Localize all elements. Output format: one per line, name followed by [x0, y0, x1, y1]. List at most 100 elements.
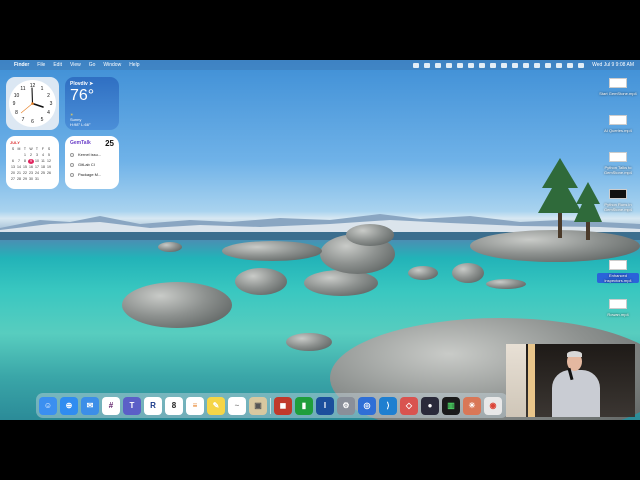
dock-separator [270, 397, 271, 414]
rider-icon[interactable]: R [144, 396, 162, 415]
weather-temperature: 76° [70, 87, 95, 104]
menu-help[interactable]: Help [129, 62, 139, 68]
checkbox-circle-icon[interactable] [70, 162, 74, 167]
calendar-month: JULY [10, 140, 20, 145]
desktop-file-label: Python Runs in GemStone.mp4 [603, 202, 632, 212]
desktop-file-start-gemstone[interactable]: Start GemStone.mp4 [597, 78, 639, 96]
weather-widget[interactable]: Plovdiv ➤ 76° ☀ Sunny H:98° L:66° [65, 77, 119, 130]
calendar-widget[interactable]: JULY S M T W T F S 1 2 3 4 5 6 7 8 9 10 11 12 13 14 15 16 17 18 1… [6, 136, 59, 189]
menu-view[interactable]: View [70, 62, 81, 68]
calendar-day[interactable]: 19 [46, 165, 52, 170]
gemtalk-item-label: Package M... [78, 172, 102, 177]
video-file-icon [609, 152, 627, 162]
desktop-file-label: Start GemStone.mp4 [599, 91, 637, 96]
vscode-icon[interactable]: ⟩ [379, 396, 397, 415]
weather-condition: ☀ Sunny [70, 112, 114, 122]
status-item-icon[interactable] [435, 62, 442, 68]
video-file-icon [609, 189, 627, 199]
obs-icon[interactable]: ● [421, 396, 439, 415]
rock [304, 270, 378, 296]
status-item-icon[interactable] [424, 62, 431, 68]
instruments-icon[interactable]: I [316, 396, 334, 415]
status-item-icon[interactable] [512, 62, 519, 68]
gemtalk-item[interactable]: Package M... [70, 172, 114, 177]
video-curtain [528, 344, 535, 417]
status-item-icon[interactable] [523, 62, 530, 68]
checkbox-circle-icon[interactable] [70, 172, 74, 177]
status-item-icon[interactable] [479, 62, 486, 68]
preview-icon[interactable]: ▣ [249, 396, 267, 415]
presenter-video [506, 344, 635, 417]
parallels-icon[interactable]: ◇ [400, 396, 418, 415]
video-file-icon [609, 78, 627, 88]
rock [286, 333, 332, 351]
mail-icon[interactable]: ✉ [81, 396, 99, 415]
status-item-icon[interactable] [534, 62, 541, 68]
desktop-file-python-runs[interactable]: Python Runs in GemStone.mp4 [597, 189, 639, 212]
clock-widget[interactable]: 12 1 2 3 4 5 6 7 8 9 10 11 [6, 77, 59, 130]
status-item-icon[interactable] [413, 62, 420, 68]
desktop-file-label: Python Talks to GemStone.mp4 [603, 165, 632, 175]
video-background-wall [506, 344, 526, 417]
system-settings-icon[interactable]: ⚙ [337, 396, 355, 415]
photo-booth-icon[interactable]: ◼ [274, 396, 292, 415]
teams-icon[interactable]: T [123, 396, 141, 415]
rock [346, 224, 394, 246]
gemtalk-item[interactable]: Kernel issu... [70, 152, 114, 157]
activity-monitor-icon[interactable]: ▥ [442, 396, 460, 415]
calendar-day[interactable]: 5 [46, 153, 52, 158]
gemtalk-title: GemTalk [70, 140, 91, 146]
desktop-file-rowan[interactable]: Rowan.mp4 [597, 299, 639, 317]
gemtalk-widget[interactable]: GemTalk 25 Kernel issu... GitLab CI Pack… [65, 136, 119, 189]
desktop-file-ai-queries[interactable]: AI Queries.mp4 [597, 115, 639, 133]
gemtalk-item-label: GitLab CI [78, 162, 95, 167]
status-menus: Wed Jul 9 9:08 AM [413, 60, 634, 70]
calendar-icon[interactable]: 8 [165, 396, 183, 415]
reminders-icon[interactable]: ≡ [186, 396, 204, 415]
calendar-weekday: S [47, 147, 51, 151]
menu-finder[interactable]: Finder [14, 62, 29, 68]
rock [452, 263, 484, 283]
siri-icon[interactable] [578, 62, 585, 68]
presenter-hair [567, 351, 582, 357]
checkbox-circle-icon[interactable] [70, 152, 74, 157]
clock-face: 12 1 2 3 4 5 6 7 8 9 10 11 [9, 80, 56, 127]
status-item-icon[interactable] [468, 62, 475, 68]
calendar-grid: S M T W T F S 1 2 3 4 5 6 7 8 9 10 11 12 13 14 15 16 17 18 19 20 21… [10, 147, 55, 182]
desktop-file-python-talks[interactable]: Python Talks to GemStone.mp4 [597, 152, 639, 175]
status-item-icon[interactable] [457, 62, 464, 68]
menu-clock[interactable]: Wed Jul 9 9:08 AM [592, 62, 634, 68]
desktop-file-enhanced-inspectors[interactable]: Enhanced Inspectors.mp4 [597, 260, 639, 283]
status-item-icon[interactable] [490, 62, 497, 68]
weather-high-low: H:98° L:66° [70, 122, 91, 127]
video-file-icon [609, 260, 627, 270]
desktop: Finder File Edit View Go Window Help Wed… [0, 60, 640, 420]
rock [158, 242, 182, 252]
numbers-icon[interactable]: ▮ [295, 396, 313, 415]
menu-file[interactable]: File [37, 62, 45, 68]
slack-icon[interactable]: # [102, 396, 120, 415]
status-item-icon[interactable] [501, 62, 508, 68]
menu-edit[interactable]: Edit [53, 62, 62, 68]
presenter-body [552, 370, 600, 417]
rock [122, 282, 232, 328]
status-item-icon[interactable] [446, 62, 453, 68]
freeform-icon[interactable]: ~ [228, 396, 246, 415]
calendar-day[interactable]: 12 [46, 159, 52, 164]
wifi-icon[interactable] [545, 62, 552, 68]
safari-icon[interactable]: ⊕ [60, 396, 78, 415]
calendar-day[interactable]: 26 [46, 171, 52, 176]
search-icon[interactable] [556, 62, 563, 68]
gemtalk-item[interactable]: GitLab CI [70, 162, 114, 167]
control-center-icon[interactable] [567, 62, 574, 68]
calendar-day[interactable] [46, 177, 52, 182]
finder-icon[interactable]: ☺ [39, 396, 57, 415]
desktop-file-label: Enhanced Inspectors.mp4 [597, 273, 639, 283]
chrome-icon[interactable]: ◉ [484, 396, 502, 415]
notes-icon[interactable]: ✎ [207, 396, 225, 415]
signal-icon[interactable]: ◎ [358, 396, 376, 415]
claude-icon[interactable]: ✳ [463, 396, 481, 415]
menu-go[interactable]: Go [89, 62, 96, 68]
gemtalk-header: GemTalk 25 [70, 140, 114, 148]
menu-window[interactable]: Window [103, 62, 121, 68]
